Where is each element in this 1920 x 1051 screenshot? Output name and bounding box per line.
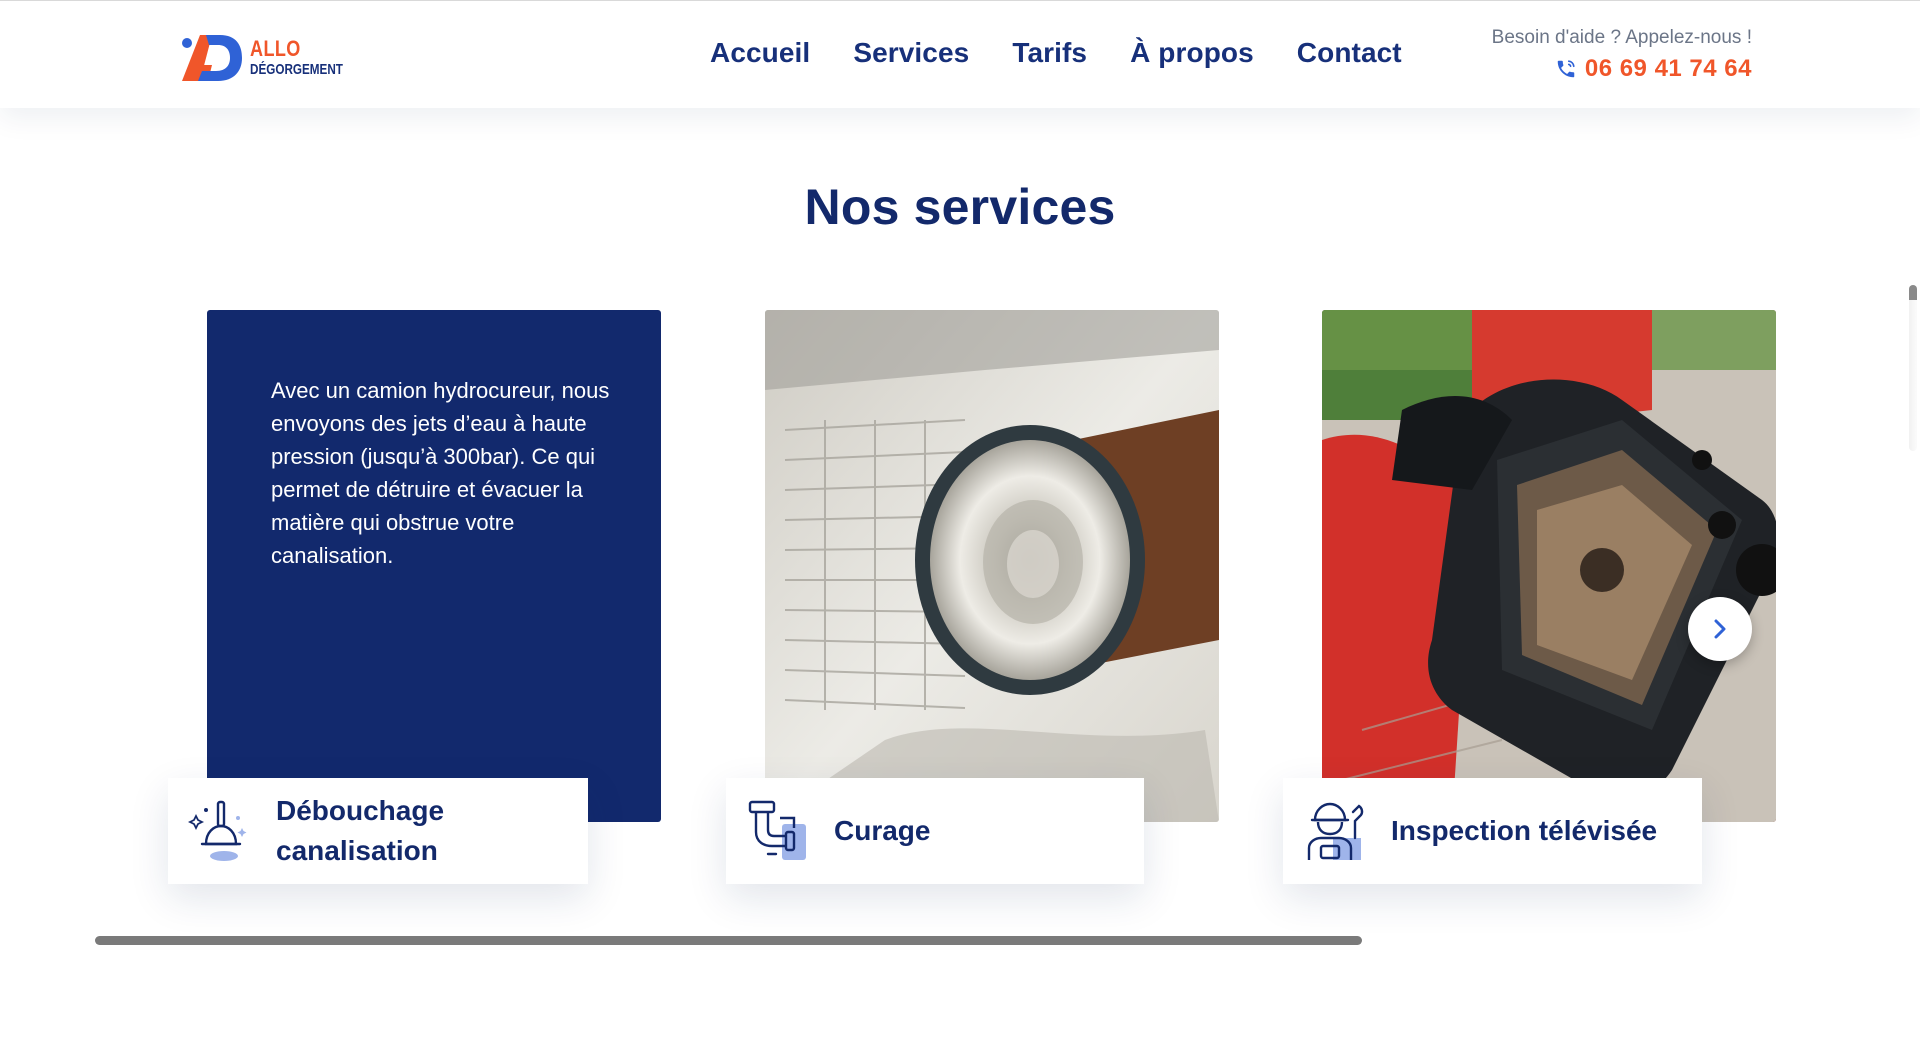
nav-accueil[interactable]: Accueil	[710, 37, 810, 69]
service-label-curage[interactable]: Curage	[726, 778, 1144, 884]
nav-contact[interactable]: Contact	[1297, 37, 1402, 69]
section-title: Nos services	[804, 179, 1116, 235]
phone-link[interactable]: 06 69 41 74 64	[1492, 55, 1752, 83]
service-card-inspection[interactable]	[1322, 310, 1776, 822]
technician-icon	[1307, 802, 1364, 860]
help-contact: Besoin d'aide ? Appelez-nous ! 06 69 41 …	[1492, 27, 1752, 83]
help-text: Besoin d'aide ? Appelez-nous !	[1491, 27, 1752, 48]
chevron-right-icon	[1714, 619, 1726, 639]
carousel-scrollbar[interactable]	[95, 936, 1362, 945]
service-label-text: Inspection télévisée	[1391, 815, 1658, 846]
service-label-text: Débouchage canalisation	[276, 795, 445, 866]
service-description: Avec un camion hydrocureur, nous envoyon…	[271, 378, 610, 568]
nav-a-propos[interactable]: À propos	[1130, 37, 1254, 69]
page: ALLO DÉGORGEMENT Accueil Services Tarifs…	[0, 0, 1920, 1051]
plunger-icon	[188, 800, 247, 861]
service-label-debouchage[interactable]: Débouchage canalisation	[168, 778, 588, 884]
carousel-next-button[interactable]	[1688, 597, 1752, 661]
page-scrollbar[interactable]	[1909, 285, 1917, 451]
service-label-inspection[interactable]: Inspection télévisée	[1283, 778, 1702, 884]
service-label-text: Curage	[834, 815, 931, 846]
service-card-curage[interactable]	[765, 310, 1219, 822]
inspection-photo	[1322, 310, 1776, 822]
logo-text-allo: ALLO	[250, 35, 301, 61]
logo-text-degorgement: DÉGORGEMENT	[250, 60, 343, 78]
service-card-debouchage[interactable]: Avec un camion hydrocureur, nous envoyon…	[207, 310, 661, 822]
main-nav: Accueil Services Tarifs À propos Contact	[710, 37, 1402, 69]
site-header: ALLO DÉGORGEMENT Accueil Services Tarifs…	[0, 0, 1920, 108]
pipe-icon	[748, 800, 806, 860]
pipe-photo	[765, 310, 1219, 822]
phone-number: 06 69 41 74 64	[1584, 55, 1752, 82]
phone-icon	[1557, 60, 1575, 78]
nav-tarifs[interactable]: Tarifs	[1012, 37, 1087, 69]
site-logo[interactable]: ALLO DÉGORGEMENT	[178, 31, 369, 83]
carousel-edge-fade	[1826, 300, 1920, 920]
logo-mark-icon	[182, 35, 242, 81]
nav-services[interactable]: Services	[853, 37, 969, 69]
